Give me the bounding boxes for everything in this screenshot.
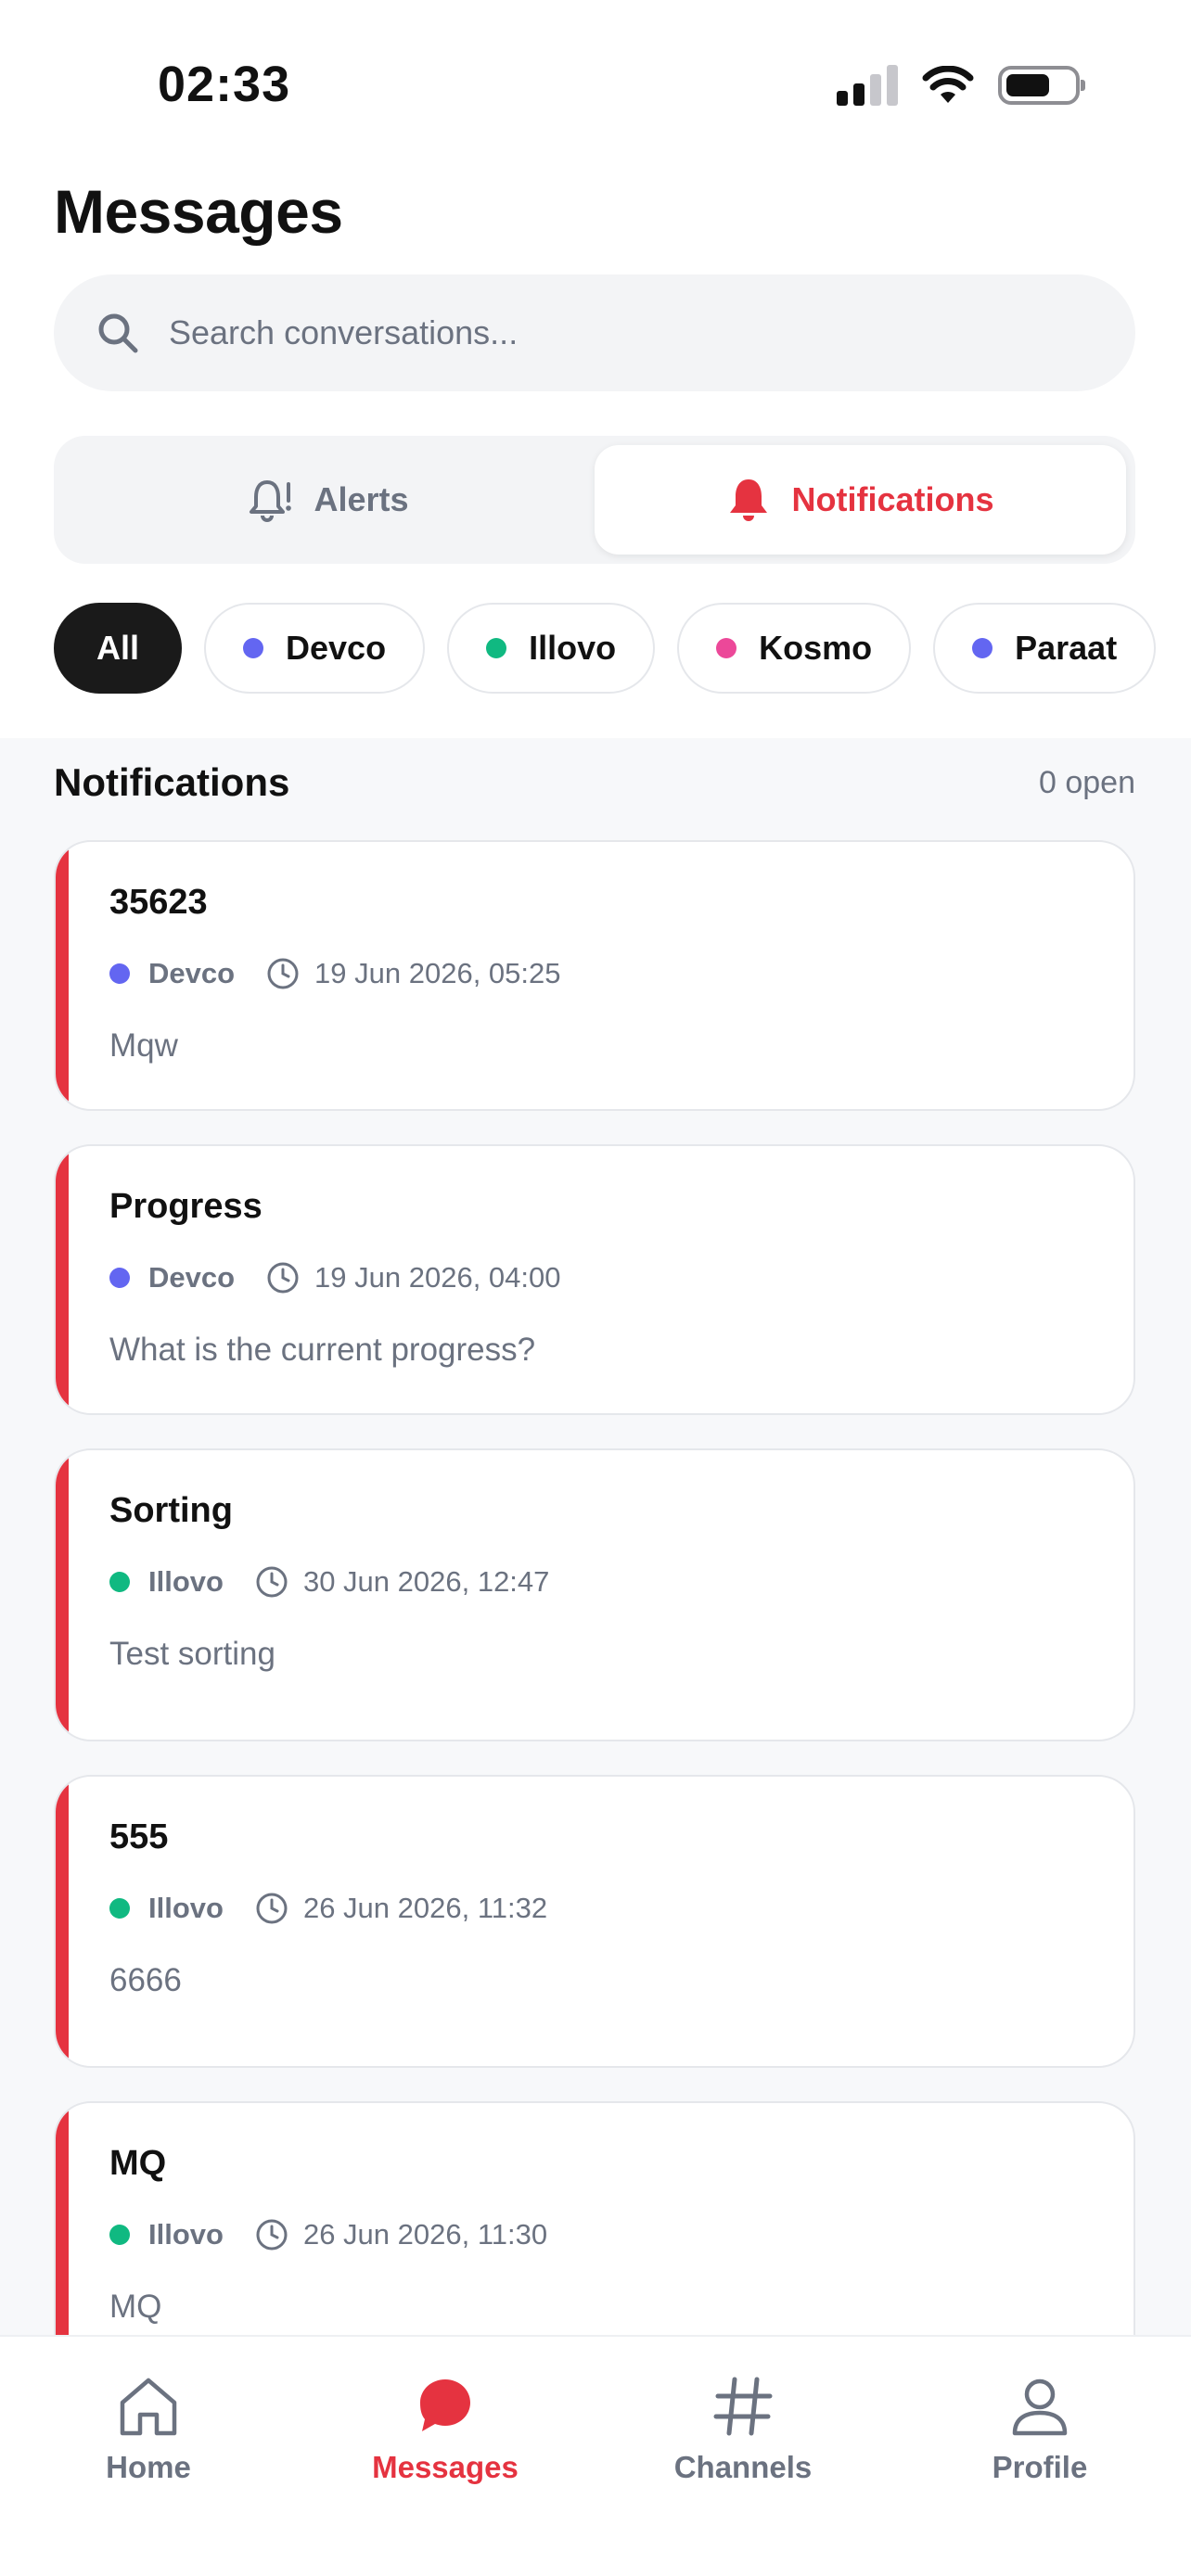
notifications-list[interactable]: Notifications 0 open 35623 Devco 19 Jun … [0, 738, 1191, 2335]
org-color-dot [109, 963, 130, 984]
clock-icon [267, 958, 299, 989]
notification-time: 19 Jun 2026, 04:00 [314, 1261, 561, 1294]
nav-home[interactable]: Home [37, 2372, 260, 2485]
notification-meta: Illovo 30 Jun 2026, 12:47 [109, 1565, 549, 1599]
nav-channels[interactable]: Channels [632, 2372, 854, 2485]
section-header: Notifications 0 open [54, 760, 1135, 805]
notification-meta: Illovo 26 Jun 2026, 11:30 [109, 2218, 547, 2251]
notification-body: Test sorting [109, 1636, 275, 1672]
search-icon [98, 313, 138, 353]
clock-icon [267, 1262, 299, 1294]
org-color-dot [109, 2225, 130, 2245]
status-time: 02:33 [158, 57, 291, 112]
clock-icon [256, 1566, 288, 1598]
tab-notifications[interactable]: Notifications [595, 445, 1126, 555]
notification-title: MQ [109, 2144, 167, 2183]
filter-chip-label: Illovo [529, 629, 617, 667]
filter-chip-label: Devco [286, 629, 387, 667]
filter-chip-all[interactable]: All [54, 603, 183, 694]
bell-alert-outline-icon [250, 480, 292, 522]
hash-icon [713, 2377, 773, 2436]
notification-title: Progress [109, 1187, 263, 1226]
tab-alerts[interactable]: Alerts [63, 445, 595, 555]
filter-chip-paraat[interactable]: Paraat [933, 603, 1157, 694]
notification-time: 26 Jun 2026, 11:30 [302, 2218, 548, 2251]
bottom-nav: Home Messages Channels Profile [0, 2335, 1191, 2576]
org-color-dot [243, 638, 264, 658]
battery-icon [998, 66, 1085, 105]
filter-chip-label: Paraat [1015, 629, 1118, 667]
notification-card[interactable]: Sorting Illovo 30 Jun 2026, 12:47 Test s… [54, 1448, 1135, 1741]
filter-chip-label: Kosmo [759, 629, 873, 667]
notification-body: What is the current progress? [109, 1332, 536, 1368]
filter-chip-label: All [96, 629, 140, 667]
notification-meta: Devco 19 Jun 2026, 05:25 [109, 957, 561, 990]
notification-time: 26 Jun 2026, 11:32 [302, 1892, 548, 1924]
org-color-dot [716, 638, 737, 658]
filter-chip-kosmo[interactable]: Kosmo [677, 603, 912, 694]
notification-time: 30 Jun 2026, 12:47 [302, 1565, 550, 1598]
search-input[interactable] [169, 313, 1004, 352]
org-color-dot [109, 1572, 130, 1592]
nav-profile-label: Profile [992, 2450, 1088, 2484]
chat-bubble-icon [420, 2379, 470, 2431]
segment-control: Alerts Notifications [54, 436, 1135, 564]
open-count: 0 open [1039, 764, 1135, 800]
org-color-dot [972, 638, 993, 658]
clock-icon [256, 1893, 288, 1924]
nav-profile[interactable]: Profile [928, 2372, 1151, 2485]
filter-chip-illovo[interactable]: Illovo [447, 603, 656, 694]
filter-chips: All Devco Illovo Kosmo Paraat [54, 603, 1157, 694]
cellular-signal-icon [837, 65, 898, 106]
notification-meta: Illovo 26 Jun 2026, 11:32 [109, 1892, 547, 1925]
notification-title: Sorting [109, 1491, 233, 1530]
home-icon [120, 2378, 177, 2436]
wifi-icon [922, 66, 974, 103]
filter-chip-devco[interactable]: Devco [204, 603, 426, 694]
notification-card[interactable]: MQ Illovo 26 Jun 2026, 11:30 MQ [54, 2101, 1135, 2335]
notification-org: Illovo [148, 1565, 224, 1598]
status-bar: 02:33 [0, 0, 1191, 139]
notification-card[interactable]: Progress Devco 19 Jun 2026, 04:00 What i… [54, 1144, 1135, 1415]
search-bar[interactable] [54, 274, 1135, 391]
notification-body: 6666 [109, 1962, 182, 1998]
nav-home-label: Home [106, 2450, 191, 2484]
tab-notifications-label: Notifications [791, 480, 994, 518]
notification-org: Illovo [148, 1892, 224, 1924]
notification-org: Devco [148, 1261, 236, 1294]
nav-channels-label: Channels [673, 2450, 813, 2484]
notification-title: 555 [109, 1817, 169, 1856]
status-icons [837, 65, 1085, 106]
notification-org: Illovo [148, 2218, 224, 2251]
clock-icon [256, 2219, 288, 2251]
notification-meta: Devco 19 Jun 2026, 04:00 [109, 1261, 561, 1294]
nav-messages-label: Messages [372, 2450, 519, 2484]
notification-body: Mqw [109, 1027, 178, 1064]
nav-messages[interactable]: Messages [334, 2372, 557, 2485]
org-color-dot [109, 1268, 130, 1288]
notification-body: MQ [109, 2289, 162, 2325]
user-icon [1012, 2378, 1068, 2436]
notification-card[interactable]: 35623 Devco 19 Jun 2026, 05:25 Mqw [54, 840, 1135, 1111]
section-title: Notifications [54, 760, 290, 804]
page-title: Messages [54, 177, 343, 246]
notification-org: Devco [148, 957, 236, 989]
tab-alerts-label: Alerts [314, 480, 409, 518]
notification-title: 35623 [109, 883, 208, 922]
org-color-dot [486, 638, 507, 658]
notification-card[interactable]: 555 Illovo 26 Jun 2026, 11:32 6666 [54, 1775, 1135, 2068]
bell-filled-icon [730, 479, 768, 521]
org-color-dot [109, 1898, 130, 1919]
notification-time: 19 Jun 2026, 05:25 [314, 957, 561, 989]
